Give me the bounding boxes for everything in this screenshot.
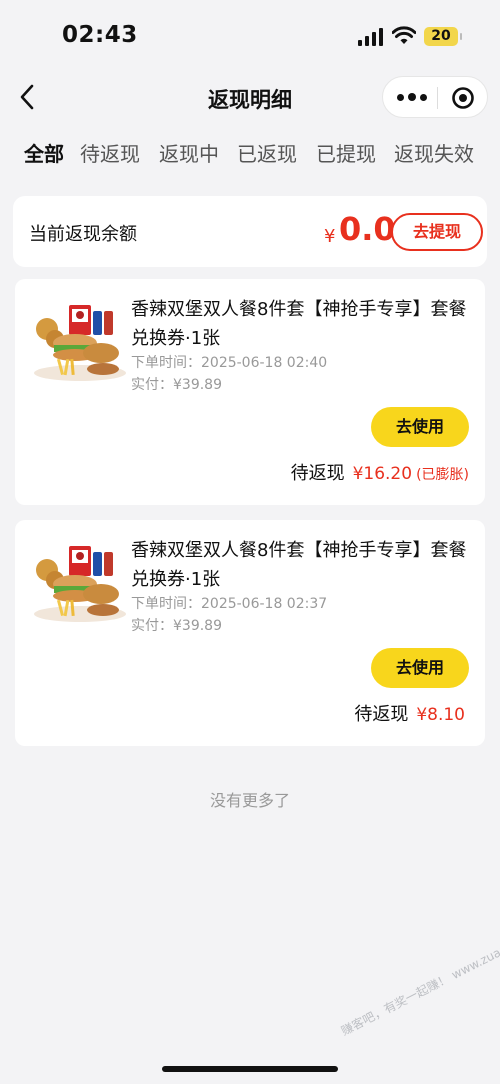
filter-tabs: 全部 待返现 返现中 已返现 已提现 返现失效 [24,138,494,172]
tab-pending[interactable]: 待返现 [80,138,140,167]
refund-label: 待返现 [354,704,409,725]
order-card[interactable]: 香辣双堡双人餐8件套【神抢手专享】套餐兑换券·1张 下单时间：2025-06-1… [15,520,485,746]
battery-icon: 20 [424,27,462,46]
refund-amount: ¥8.10 [416,705,465,725]
meal-image [34,305,126,381]
nav-bar: 返现明细 [0,72,500,122]
tab-invalid[interactable]: 返现失效 [394,138,474,167]
tab-withdrawn[interactable]: 已提现 [316,138,376,167]
wifi-icon [392,26,416,44]
use-button[interactable]: 去使用 [371,407,469,447]
refund-row: 待返现 ¥8.10 [354,700,469,726]
order-title: 香辣双堡双人餐8件套【神抢手专享】套餐兑换券·1张 [131,299,467,349]
status-bar: 02:43 20 [0,0,500,72]
home-indicator[interactable] [162,1066,338,1072]
order-paid: 实付：¥39.89 [131,618,222,634]
order-card[interactable]: 香辣双堡双人餐8件套【神抢手专享】套餐兑换券·1张 下单时间：2025-06-1… [15,279,485,505]
tab-all[interactable]: 全部 [24,138,64,167]
balance-amount: 0.0 [339,210,396,248]
balance-label: 当前返现余额 [29,224,137,245]
order-time: 下单时间：2025-06-18 02:40 [131,355,328,371]
order-time: 下单时间：2025-06-18 02:37 [131,596,328,612]
tab-processing[interactable]: 返现中 [159,138,219,167]
order-title: 香辣双堡双人餐8件套【神抢手专享】套餐兑换券·1张 [131,540,467,590]
withdraw-button[interactable]: 去提现 [391,213,483,251]
balance-currency: ¥ [324,226,336,247]
watermark: 赚客吧，有奖一起赚！ www.zuanke8.com [338,918,500,1039]
mini-program-capsule [382,76,488,118]
refund-row: 待返现 ¥16.20 (已膨胀) [291,459,469,485]
balance-card: 当前返现余额 ¥ 0.0 去提现 [13,196,487,267]
order-paid: 实付：¥39.89 [131,377,222,393]
capsule-divider [437,87,438,109]
meal-image [34,546,126,622]
refund-label: 待返现 [290,463,345,484]
no-more-text: 没有更多了 [209,791,290,810]
target-icon[interactable] [451,86,475,110]
status-time: 02:43 [62,22,138,48]
refund-note: (已膨胀) [416,467,469,483]
more-icon[interactable] [397,89,427,105]
tab-refunded[interactable]: 已返现 [237,138,297,167]
use-button[interactable]: 去使用 [371,648,469,688]
refund-amount: ¥16.20 [352,464,413,484]
signal-icon [358,28,384,46]
